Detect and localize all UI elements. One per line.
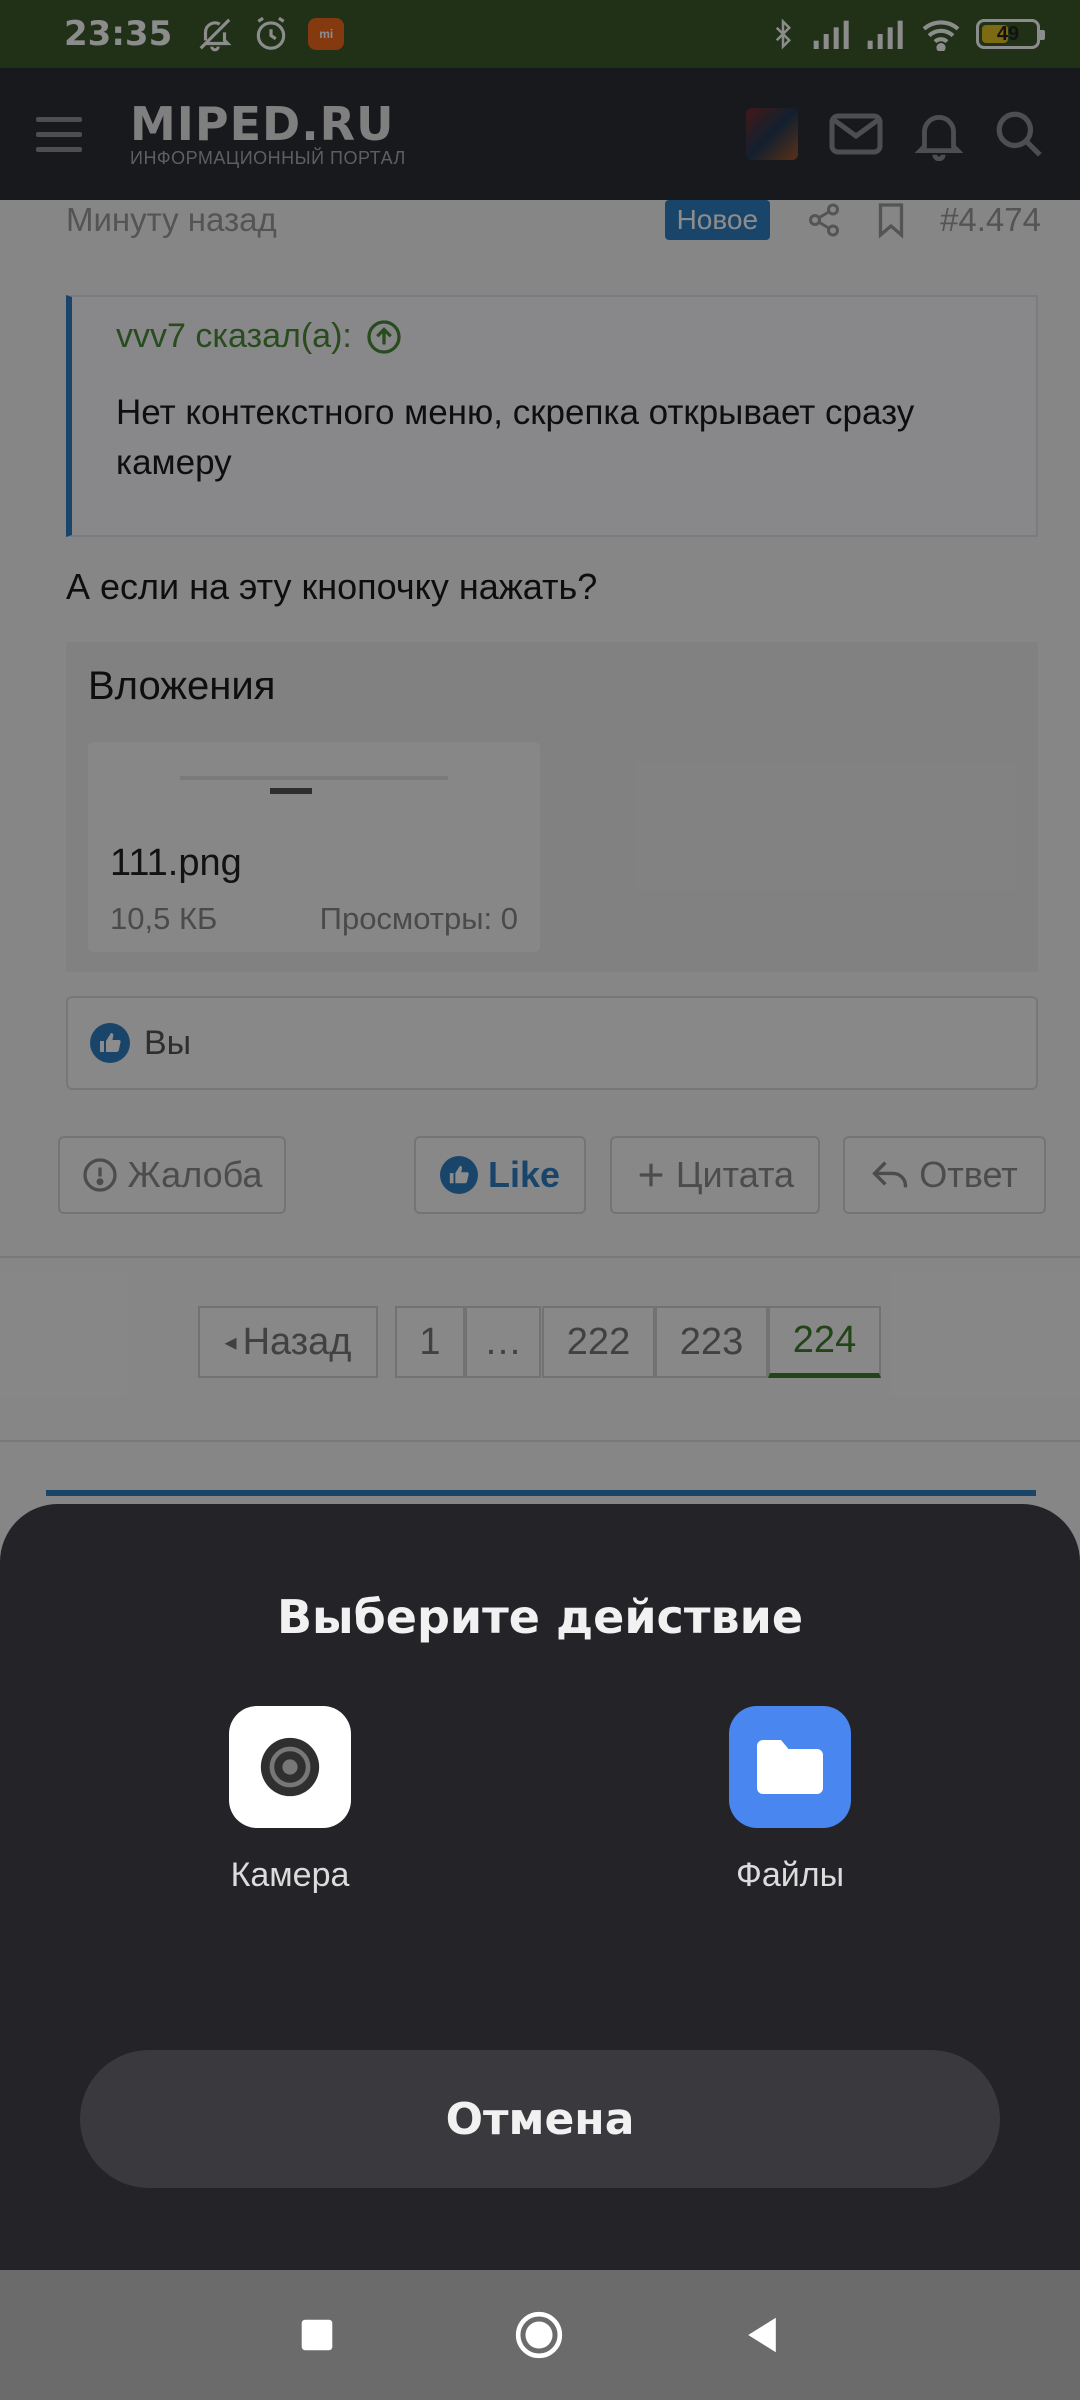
files-option[interactable]: Файлы xyxy=(690,1706,890,1895)
system-nav-bar xyxy=(0,2270,1080,2400)
folder-icon xyxy=(729,1706,851,1828)
files-label: Файлы xyxy=(735,1856,845,1894)
action-chooser-sheet: Выберите действие Камера Файлы Отмена xyxy=(0,1504,1080,2270)
home-icon[interactable] xyxy=(514,2310,564,2360)
back-icon[interactable] xyxy=(744,2316,780,2354)
recents-icon[interactable] xyxy=(300,2318,334,2352)
camera-label: Камера xyxy=(230,1856,350,1894)
sheet-title: Выберите действие xyxy=(276,1590,804,1644)
cancel-button[interactable]: Отмена xyxy=(80,2050,1000,2188)
camera-icon xyxy=(229,1706,351,1828)
camera-option[interactable]: Камера xyxy=(190,1706,390,1895)
